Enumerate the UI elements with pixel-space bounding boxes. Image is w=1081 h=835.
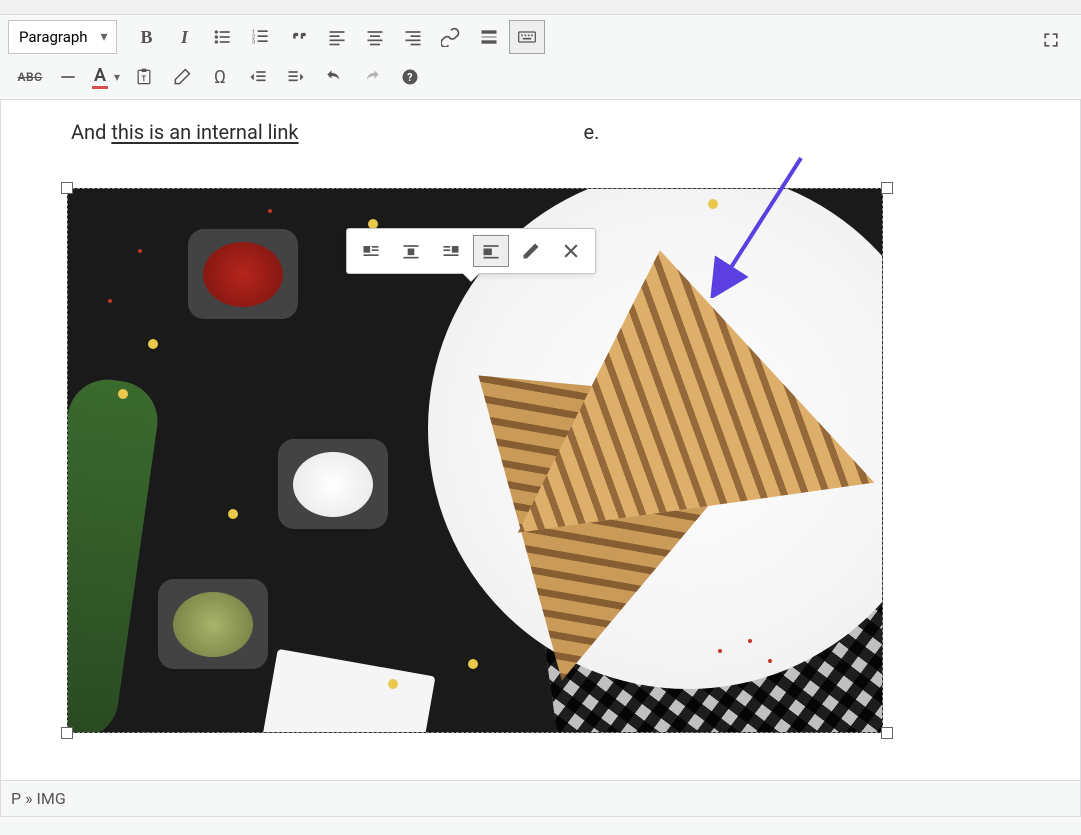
text-color-icon: A	[92, 65, 108, 89]
svg-text:?: ?	[407, 71, 412, 84]
numbered-list-icon: 123	[251, 27, 271, 47]
align-image-none-icon	[481, 241, 501, 261]
image-toolbar	[346, 228, 596, 274]
link-icon	[441, 27, 461, 47]
toolbar-toggle-button[interactable]	[509, 20, 545, 54]
chevron-down-icon: ▾	[114, 70, 120, 84]
bullet-list-icon	[213, 27, 233, 47]
blockquote-button[interactable]	[281, 20, 317, 54]
fullscreen-icon	[1041, 30, 1061, 50]
bullet-list-button[interactable]	[205, 20, 241, 54]
numbered-list-button[interactable]: 123	[243, 20, 279, 54]
link-button[interactable]	[433, 20, 469, 54]
align-image-right-button[interactable]	[433, 235, 469, 267]
omega-icon: Ω	[214, 67, 226, 88]
redo-button[interactable]	[354, 60, 390, 94]
keyboard-icon	[517, 27, 537, 47]
align-left-icon	[327, 27, 347, 47]
editor-content[interactable]: And this is an internal link e.	[0, 100, 1081, 780]
undo-icon	[324, 67, 344, 87]
italic-icon: I	[181, 27, 188, 48]
undo-button[interactable]	[316, 60, 352, 94]
insert-more-button[interactable]	[471, 20, 507, 54]
special-character-button[interactable]: Ω	[202, 60, 238, 94]
toolbar-row-2: ABC A▾ T Ω ?	[8, 57, 1073, 97]
align-image-left-icon	[361, 241, 381, 261]
internal-link[interactable]: this is an internal link	[111, 120, 298, 144]
fullscreen-button[interactable]	[1033, 23, 1069, 57]
eraser-icon	[172, 67, 192, 87]
clipboard-t-icon: T	[134, 67, 154, 87]
clear-formatting-button[interactable]	[164, 60, 200, 94]
text-color-button[interactable]: A▾	[88, 60, 124, 94]
text-after-fragment: e.	[584, 120, 600, 144]
redo-icon	[362, 67, 382, 87]
align-image-left-button[interactable]	[353, 235, 389, 267]
format-dropdown[interactable]: Paragraph	[8, 20, 117, 54]
keyboard-shortcuts-button[interactable]: ?	[392, 60, 428, 94]
read-more-icon	[479, 27, 499, 47]
outdent-icon	[248, 67, 268, 87]
strikethrough-button[interactable]: ABC	[12, 60, 48, 94]
resize-handle-br[interactable]	[881, 727, 893, 739]
blockquote-icon	[289, 27, 309, 47]
status-bar[interactable]: P » IMG	[0, 780, 1081, 817]
remove-image-button[interactable]	[553, 235, 589, 267]
bold-button[interactable]: B	[129, 20, 165, 54]
pencil-icon	[521, 241, 541, 261]
align-image-right-icon	[441, 241, 461, 261]
format-dropdown-label: Paragraph	[19, 28, 88, 46]
svg-text:3: 3	[251, 40, 254, 46]
strikethrough-icon: ABC	[18, 70, 43, 84]
align-image-center-icon	[401, 241, 421, 261]
align-image-center-button[interactable]	[393, 235, 429, 267]
align-right-button[interactable]	[395, 20, 431, 54]
path-img[interactable]: IMG	[37, 789, 66, 808]
toolbar-row-1: Paragraph B I 123	[8, 17, 1073, 57]
align-center-icon	[365, 27, 385, 47]
align-right-icon	[403, 27, 423, 47]
align-center-button[interactable]	[357, 20, 393, 54]
path-separator: »	[21, 789, 36, 808]
align-image-none-button[interactable]	[473, 235, 509, 267]
align-left-button[interactable]	[319, 20, 355, 54]
paragraph-text[interactable]: And this is an internal link e.	[1, 120, 1080, 144]
help-icon: ?	[400, 67, 420, 87]
outdent-button[interactable]	[240, 60, 276, 94]
indent-button[interactable]	[278, 60, 314, 94]
editor-toolbar: Paragraph B I 123	[0, 15, 1081, 100]
paste-as-text-button[interactable]: T	[126, 60, 162, 94]
admin-topbar-gap	[0, 0, 1081, 15]
resize-handle-bl[interactable]	[61, 727, 73, 739]
bold-icon: B	[141, 27, 153, 48]
horizontal-rule-button[interactable]	[50, 60, 86, 94]
edit-image-button[interactable]	[513, 235, 549, 267]
indent-icon	[286, 67, 306, 87]
italic-button[interactable]: I	[167, 20, 203, 54]
path-p[interactable]: P	[11, 789, 21, 808]
svg-text:T: T	[142, 74, 147, 83]
resize-handle-tl[interactable]	[61, 182, 73, 194]
close-icon	[561, 241, 581, 261]
resize-handle-tr[interactable]	[881, 182, 893, 194]
hr-icon	[58, 67, 78, 87]
text-before-link: And	[71, 120, 111, 144]
